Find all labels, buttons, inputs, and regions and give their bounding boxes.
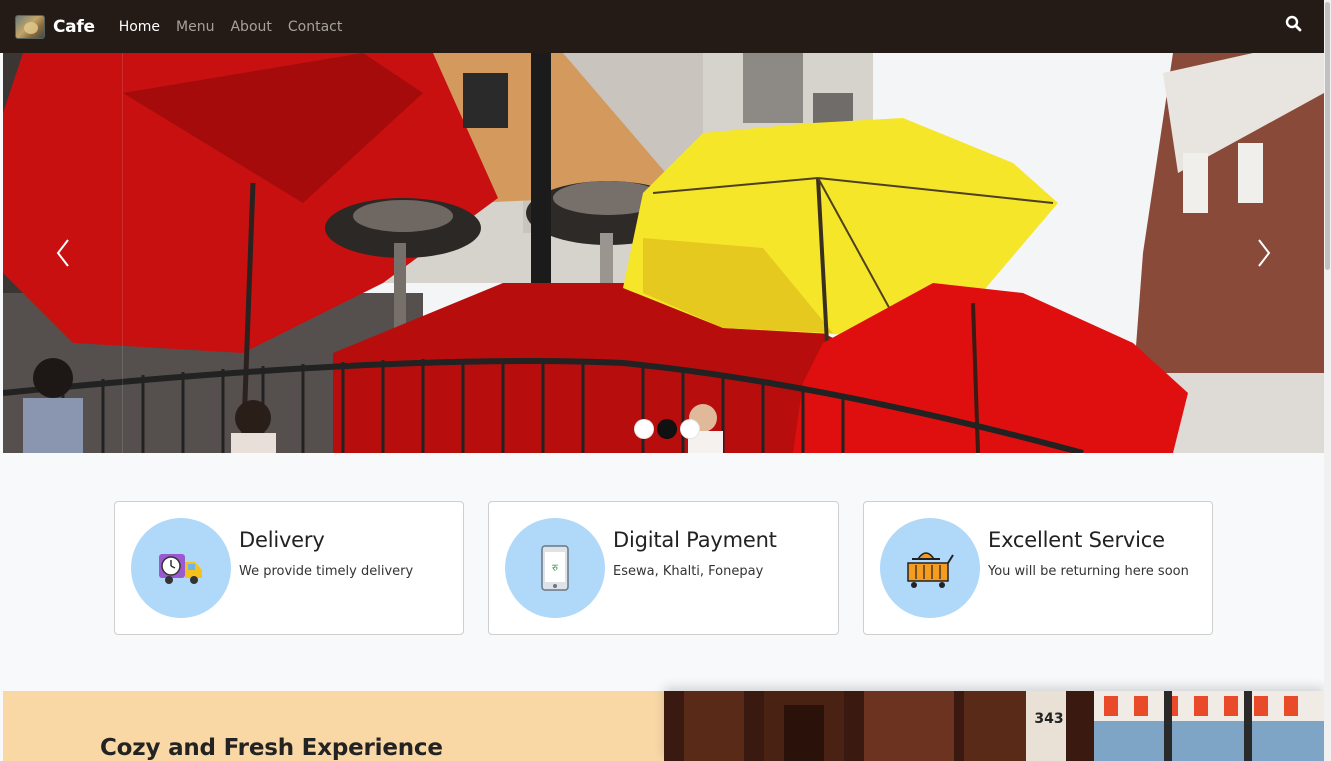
feature-body: Excellent Service You will be returning …: [988, 518, 1189, 618]
experience-section: Cozy and Fresh Experience: [3, 691, 664, 761]
chevron-left-icon: [56, 239, 69, 267]
feature-title: Delivery: [239, 528, 325, 552]
mobile-payment-icon: रु: [541, 545, 569, 591]
nav-links: Home Menu About Contact: [111, 19, 351, 35]
carousel-indicator-1[interactable]: [634, 419, 654, 439]
feature-text: Esewa, Khalti, Fonepay: [613, 564, 764, 579]
feature-circle: रु: [505, 518, 605, 618]
svg-text:343: 343: [1034, 711, 1063, 727]
search-icon[interactable]: [1284, 14, 1304, 34]
experience-title: Cozy and Fresh Experience: [100, 735, 443, 761]
feature-text: You will be returning here soon: [988, 564, 1189, 579]
carousel-indicator-3[interactable]: [680, 419, 700, 439]
feature-card-excellent-service: Excellent Service You will be returning …: [863, 501, 1213, 635]
feature-title: Excellent Service: [988, 528, 1165, 552]
feature-text: We provide timely delivery: [239, 564, 414, 579]
experience-image-cafe-interior: 343: [664, 691, 1324, 761]
carousel-indicators: [634, 419, 700, 439]
page-scrollbar[interactable]: [1324, 0, 1331, 761]
feature-circle: [131, 518, 231, 618]
feature-circle: [880, 518, 980, 618]
brand-name: Cafe: [53, 16, 95, 37]
chevron-right-icon: [1258, 239, 1271, 267]
navbar: Cafe Home Menu About Contact: [0, 0, 1324, 53]
carousel-next-button[interactable]: [1204, 53, 1324, 453]
service-cart-icon: [907, 552, 954, 588]
carousel-prev-button[interactable]: [3, 53, 123, 453]
svg-text:रु: रु: [552, 563, 559, 574]
nav-link-about[interactable]: About: [222, 19, 279, 35]
nav-link-contact[interactable]: Contact: [280, 19, 350, 35]
feature-body: Digital Payment Esewa, Khalti, Fonepay: [613, 518, 777, 618]
scrollbar-thumb[interactable]: [1325, 2, 1330, 270]
hero-carousel: [3, 53, 1324, 453]
nav-link-menu[interactable]: Menu: [168, 19, 222, 35]
delivery-truck-icon: [159, 554, 202, 584]
feature-body: Delivery We provide timely delivery: [239, 518, 413, 618]
nav-link-home[interactable]: Home: [111, 19, 168, 35]
cafe-logo: [15, 14, 45, 39]
feature-card-digital-payment: रु Digital Payment Esewa, Khalti, Fonepa…: [488, 501, 839, 635]
feature-card-delivery: Delivery We provide timely delivery: [114, 501, 464, 635]
brand-link[interactable]: Cafe: [15, 14, 95, 39]
feature-title: Digital Payment: [613, 528, 777, 552]
carousel-indicator-2[interactable]: [657, 419, 677, 439]
hero-image-umbrellas: [3, 53, 1324, 453]
